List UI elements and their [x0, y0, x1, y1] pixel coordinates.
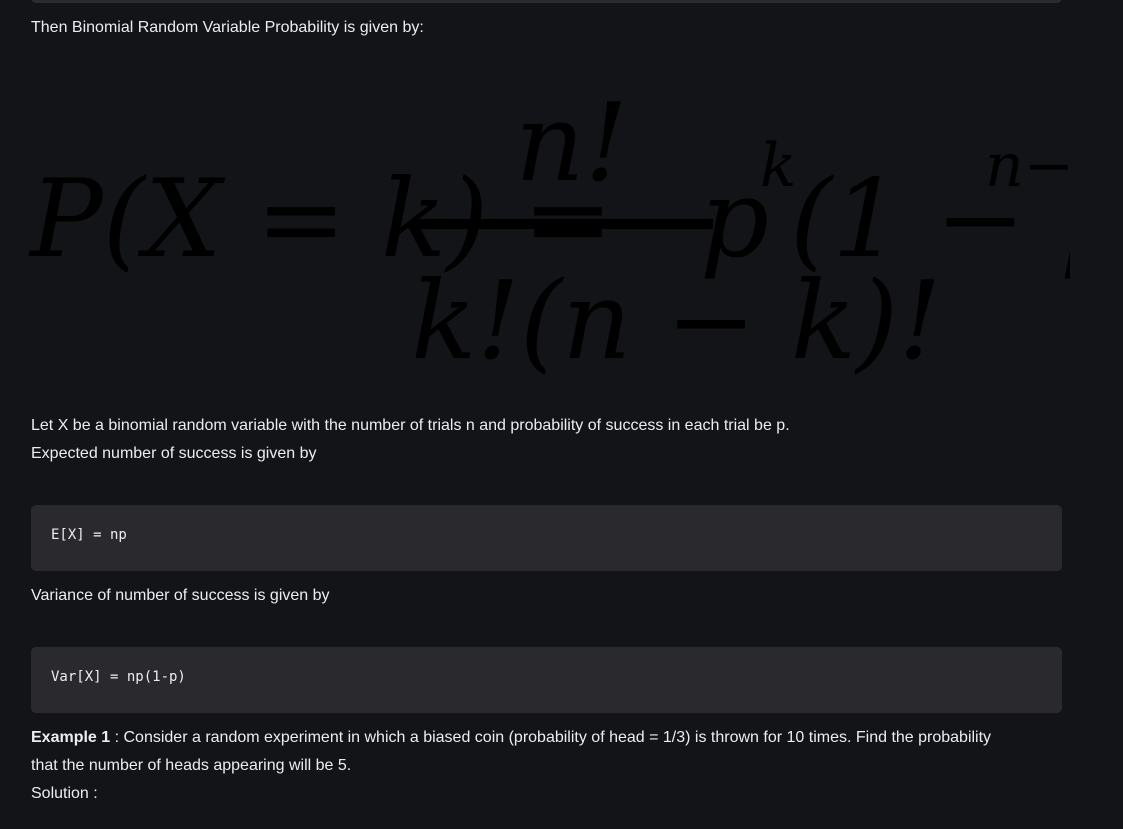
formula-n-minus-k-exponent: n−k [985, 131, 1070, 201]
variance-code-block: Var[X] = np(1-p) [31, 647, 1062, 713]
binomial-probability-heading: Then Binomial Random Variable Probabilit… [31, 19, 424, 36]
variance-paragraph: Variance of number of success is given b… [31, 587, 330, 604]
intro-paragraph: Let X be a binomial random variable with… [31, 417, 790, 434]
formula-numerator: n! [515, 81, 628, 206]
binomial-formula-image: P(X = k) = n! k!(n − k)! p k (1 − p) n−k [25, 68, 1070, 388]
previous-code-block-edge [31, 0, 1062, 3]
example-paragraph: Example 1 : Consider a random experiment… [31, 724, 991, 752]
binomial-formula-svg: P(X = k) = n! k!(n − k)! p k (1 − p) n−k [28, 81, 1070, 384]
formula-p: p [700, 157, 769, 282]
solution-label: Solution : [31, 785, 98, 802]
example-label: Example 1 [31, 729, 111, 746]
article-page: Then Binomial Random Variable Probabilit… [0, 0, 1123, 829]
expected-code: E[X] = np [51, 527, 127, 543]
expected-paragraph: Expected number of success is given by [31, 445, 317, 462]
formula-fraction-bar [413, 219, 713, 229]
variance-code: Var[X] = np(1-p) [51, 669, 186, 685]
expected-code-block: E[X] = np [31, 505, 1062, 571]
example-text: : Consider a random experiment in which … [110, 729, 992, 746]
example-paragraph-continued: that the number of heads appearing will … [31, 757, 352, 774]
